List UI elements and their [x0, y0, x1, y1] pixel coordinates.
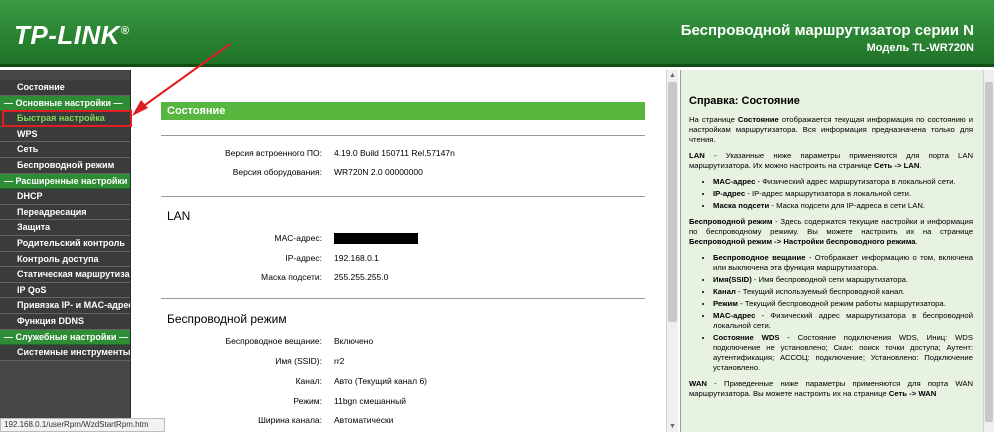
- mask-label: Маска подсети:: [261, 272, 322, 282]
- help-intro: На странице Состояние отображается текущ…: [689, 115, 973, 144]
- divider: [161, 298, 645, 299]
- hardware-value: WR720N 2.0 00000000: [334, 167, 423, 177]
- channel-row: Канал: Авто (Текущий канал 6): [161, 376, 645, 390]
- router-series-title: Беспроводной маршрутизатор серии N: [680, 22, 974, 39]
- help-lan: LAN - Указанные ниже параметры применяют…: [689, 151, 973, 170]
- sidebar-item[interactable]: Переадресация: [0, 204, 130, 221]
- help-list-item: MAC-адрес - Физический адрес маршрутизат…: [713, 177, 973, 187]
- tp-link-logo: TP-LINK®: [14, 20, 130, 50]
- width-label: Ширина канала:: [258, 415, 322, 425]
- help-wireless-list: Беспроводное вещание - Отображает информ…: [713, 253, 973, 373]
- sidebar-item[interactable]: Функция DDNS: [0, 313, 130, 330]
- help-list-item: Маска подсети - Маска подсети для IP-адр…: [713, 201, 973, 211]
- mac-row: MAC-адрес:: [161, 233, 645, 247]
- mask-row: Маска подсети: 255.255.255.0: [161, 272, 645, 286]
- help-title: Справка: Состояние: [689, 95, 800, 107]
- help-list-item: MAC-адрес - Физический адрес маршрутизат…: [713, 311, 973, 331]
- channel-label: Канал:: [295, 376, 322, 386]
- status-url: 192.168.0.1/userRpm/WzdStartRpm.htm: [0, 418, 165, 432]
- mask-value: 255.255.255.0: [334, 272, 389, 282]
- scroll-up-arrow-icon[interactable]: ▲: [667, 70, 678, 81]
- help-list-item: Канал - Текущий используемый беспроводно…: [713, 287, 973, 297]
- help-panel: Справка: Состояние На странице Состояние…: [680, 70, 983, 432]
- main-scrollbar[interactable]: ▲ ▼: [666, 70, 678, 432]
- mode-label: Режим:: [293, 396, 322, 406]
- sidebar-item[interactable]: Состояние: [0, 80, 130, 96]
- sidebar-item[interactable]: Сеть: [0, 142, 130, 158]
- mac-label: MAC-адрес:: [274, 233, 322, 243]
- sidebar-section-header: — Расширенные настройки —: [0, 173, 130, 190]
- firmware-value: 4.19.0 Build 150711 Rel.57147n: [334, 148, 455, 158]
- help-list-item: Состояние WDS - Состояние подключения WD…: [713, 333, 973, 373]
- ip-row: IP-адрес: 192.168.0.1: [161, 253, 645, 267]
- help-list-item: IP-адрес - IP-адрес маршрутизатора в лок…: [713, 189, 973, 199]
- help-list-item: Беспроводное вещание - Отображает информ…: [713, 253, 973, 273]
- scroll-thumb[interactable]: [668, 82, 677, 322]
- sidebar-section-header: — Служебные настройки —: [0, 329, 130, 346]
- width-row: Ширина канала: Автоматически: [161, 415, 645, 429]
- ssid-row: Имя (SSID): rr2: [161, 356, 645, 370]
- sidebar-item[interactable]: Привязка IP- и MAC-адресов: [0, 298, 130, 314]
- divider: [161, 196, 645, 197]
- annotation-highlight-box: [2, 110, 132, 127]
- mode-value: 11bgn смешанный: [334, 396, 406, 406]
- help-wan: WAN - Приведенные ниже параметры применя…: [689, 379, 973, 398]
- mode-row: Режим: 11bgn смешанный: [161, 396, 645, 410]
- help-list-item: Имя(SSID) - Имя беспроводной сети маршру…: [713, 275, 973, 285]
- mac-value-redacted: [334, 233, 418, 245]
- sidebar-item[interactable]: Контроль доступа: [0, 251, 130, 268]
- sidebar-item[interactable]: Статическая маршрутизация: [0, 267, 130, 283]
- help-scrollbar[interactable]: [983, 70, 994, 432]
- broadcast-value: Включено: [334, 336, 374, 346]
- hardware-label: Версия оборудования:: [232, 167, 322, 177]
- ssid-value: rr2: [334, 356, 345, 366]
- ssid-label: Имя (SSID):: [275, 356, 322, 366]
- broadcast-row: Беспроводное вещание: Включено: [161, 336, 645, 350]
- channel-value: Авто (Текущий канал 6): [334, 376, 428, 386]
- lan-section-title: LAN: [167, 209, 191, 223]
- width-value: Автоматически: [334, 415, 394, 425]
- sidebar-item[interactable]: Беспроводной режим: [0, 157, 130, 174]
- sidebar-item[interactable]: Родительский контроль: [0, 235, 130, 252]
- ip-value: 192.168.0.1: [334, 253, 379, 263]
- broadcast-label: Беспроводное вещание:: [225, 336, 322, 346]
- sidebar-item[interactable]: WPS: [0, 126, 130, 143]
- help-wireless: Беспроводной режим - Здесь содержатся те…: [689, 217, 973, 246]
- firmware-label: Версия встроенного ПО:: [224, 148, 322, 158]
- sidebar-item[interactable]: Защита: [0, 220, 130, 236]
- help-list-item: Режим - Текущий беспроводной режим работ…: [713, 299, 973, 309]
- sidebar-section-header: — Основные настройки —: [0, 95, 130, 112]
- sidebar-item[interactable]: Системные инструменты: [0, 345, 130, 361]
- scroll-thumb[interactable]: [985, 82, 993, 422]
- firmware-row: Версия встроенного ПО: 4.19.0 Build 1507…: [161, 148, 645, 162]
- hardware-row: Версия оборудования: WR720N 2.0 00000000: [161, 167, 645, 181]
- scroll-down-arrow-icon[interactable]: ▼: [667, 421, 678, 432]
- sidebar-item[interactable]: IP QoS: [0, 282, 130, 299]
- help-lan-list: MAC-адрес - Физический адрес маршрутизат…: [713, 177, 973, 211]
- wireless-section-title: Беспроводной режим: [167, 312, 287, 326]
- router-model: Модель TL-WR720N: [866, 42, 974, 54]
- sidebar-item[interactable]: DHCP: [0, 189, 130, 205]
- ip-label: IP-адрес:: [285, 253, 322, 263]
- annotation-arrow-icon: [132, 43, 231, 116]
